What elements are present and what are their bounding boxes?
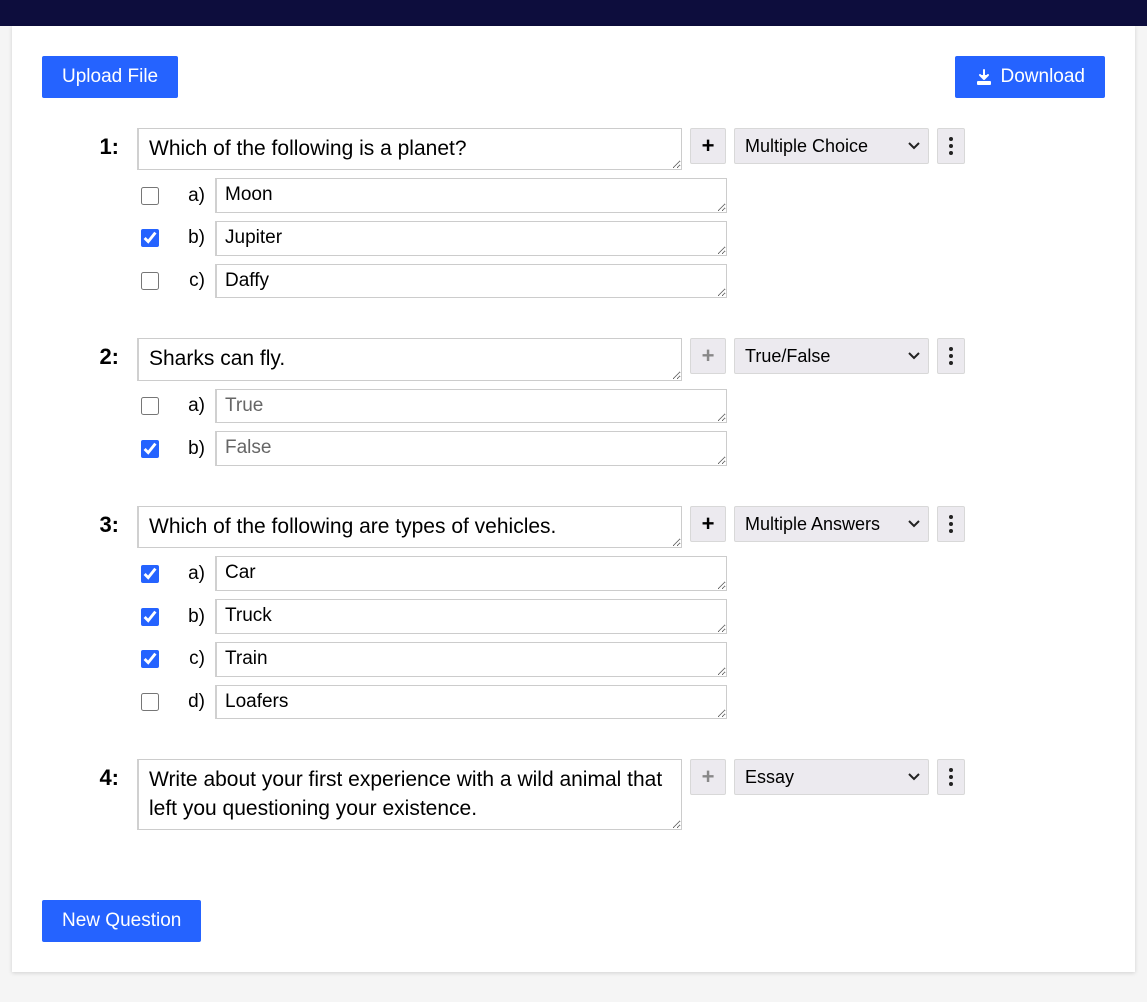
answer-row: b) bbox=[137, 221, 1065, 256]
question-controls: + Multiple ChoiceTrue/FalseMultiple Answe… bbox=[690, 506, 965, 542]
question-block: 2: + Multiple ChoiceTrue/FalseMultiple Ans… bbox=[82, 338, 1065, 466]
question-menu-button[interactable] bbox=[937, 506, 965, 542]
answers-container: a) b) c) bbox=[137, 178, 1065, 298]
answer-text-input[interactable] bbox=[215, 599, 727, 634]
answer-text-input[interactable] bbox=[215, 642, 727, 677]
question-controls: + Multiple ChoiceTrue/FalseMultiple Answe… bbox=[690, 759, 965, 795]
add-answer-button[interactable]: + bbox=[690, 506, 726, 542]
answer-text-input[interactable] bbox=[215, 389, 727, 424]
question-text-input[interactable] bbox=[137, 128, 682, 170]
question-row: 3: + Multiple ChoiceTrue/FalseMultiple Ans… bbox=[82, 506, 1065, 548]
download-icon bbox=[975, 68, 993, 86]
question-number: 4: bbox=[82, 759, 137, 791]
question-type-select[interactable]: Multiple ChoiceTrue/FalseMultiple Answer… bbox=[734, 338, 929, 374]
plus-icon: + bbox=[702, 766, 715, 788]
answer-correct-checkbox[interactable] bbox=[141, 187, 159, 205]
answer-row: b) bbox=[137, 431, 1065, 466]
answer-letter: a) bbox=[177, 185, 205, 207]
answer-correct-checkbox[interactable] bbox=[141, 397, 159, 415]
upload-file-button[interactable]: Upload File bbox=[42, 56, 178, 98]
answer-letter: a) bbox=[177, 395, 205, 417]
answer-text-input[interactable] bbox=[215, 264, 727, 299]
answers-container: a) b) c) d) bbox=[137, 556, 1065, 719]
question-row: 1: + Multiple ChoiceTrue/FalseMultiple Ans… bbox=[82, 128, 1065, 170]
answer-letter: b) bbox=[177, 606, 205, 628]
add-answer-button[interactable]: + bbox=[690, 128, 726, 164]
answer-text-input[interactable] bbox=[215, 178, 727, 213]
download-button-label: Download bbox=[1001, 66, 1086, 88]
question-menu-button[interactable] bbox=[937, 759, 965, 795]
question-number: 2: bbox=[82, 338, 137, 370]
plus-icon: + bbox=[702, 135, 715, 157]
answer-correct-checkbox[interactable] bbox=[141, 440, 159, 458]
editor-card: Upload File Download 1: + Multiple ChoiceT… bbox=[12, 26, 1135, 972]
question-row: 4: + Multiple ChoiceTrue/FalseMultiple Ans… bbox=[82, 759, 1065, 830]
answer-text-input[interactable] bbox=[215, 556, 727, 591]
answer-correct-checkbox[interactable] bbox=[141, 650, 159, 668]
question-controls: + Multiple ChoiceTrue/FalseMultiple Answe… bbox=[690, 128, 965, 164]
question-menu-button[interactable] bbox=[937, 128, 965, 164]
card-header: Upload File Download bbox=[42, 56, 1105, 98]
plus-icon: + bbox=[702, 513, 715, 535]
add-answer-button: + bbox=[690, 759, 726, 795]
answer-row: b) bbox=[137, 599, 1065, 634]
kebab-icon bbox=[949, 137, 953, 155]
question-type-select[interactable]: Multiple ChoiceTrue/FalseMultiple Answer… bbox=[734, 506, 929, 542]
questions-container: 1: + Multiple ChoiceTrue/FalseMultiple Ans… bbox=[42, 128, 1105, 830]
answer-correct-checkbox[interactable] bbox=[141, 272, 159, 290]
app-topbar bbox=[0, 0, 1147, 26]
question-number: 3: bbox=[82, 506, 137, 538]
download-button[interactable]: Download bbox=[955, 56, 1106, 98]
answer-text-input[interactable] bbox=[215, 221, 727, 256]
new-question-button[interactable]: New Question bbox=[42, 900, 201, 942]
plus-icon: + bbox=[702, 345, 715, 367]
answer-row: a) bbox=[137, 178, 1065, 213]
answer-correct-checkbox[interactable] bbox=[141, 229, 159, 247]
answer-letter: b) bbox=[177, 227, 205, 249]
answer-text-input[interactable] bbox=[215, 431, 727, 466]
question-menu-button[interactable] bbox=[937, 338, 965, 374]
answer-row: a) bbox=[137, 556, 1065, 591]
answer-row: c) bbox=[137, 642, 1065, 677]
question-type-select[interactable]: Multiple ChoiceTrue/FalseMultiple Answer… bbox=[734, 128, 929, 164]
question-block: 1: + Multiple ChoiceTrue/FalseMultiple Ans… bbox=[82, 128, 1065, 298]
question-row: 2: + Multiple ChoiceTrue/FalseMultiple Ans… bbox=[82, 338, 1065, 380]
answer-row: d) bbox=[137, 685, 1065, 720]
add-answer-button: + bbox=[690, 338, 726, 374]
kebab-icon bbox=[949, 768, 953, 786]
question-number: 1: bbox=[82, 128, 137, 160]
answer-correct-checkbox[interactable] bbox=[141, 608, 159, 626]
question-text-input[interactable] bbox=[137, 506, 682, 548]
question-type-select[interactable]: Multiple ChoiceTrue/FalseMultiple Answer… bbox=[734, 759, 929, 795]
answer-text-input[interactable] bbox=[215, 685, 727, 720]
answer-letter: c) bbox=[177, 648, 205, 670]
answer-letter: a) bbox=[177, 563, 205, 585]
answers-container: a) b) bbox=[137, 389, 1065, 466]
kebab-icon bbox=[949, 515, 953, 533]
question-controls: + Multiple ChoiceTrue/FalseMultiple Answe… bbox=[690, 338, 965, 374]
question-text-input[interactable] bbox=[137, 759, 682, 830]
question-block: 3: + Multiple ChoiceTrue/FalseMultiple Ans… bbox=[82, 506, 1065, 719]
question-text-input[interactable] bbox=[137, 338, 682, 380]
page-wrap: Upload File Download 1: + Multiple ChoiceT… bbox=[0, 26, 1147, 1002]
answer-row: c) bbox=[137, 264, 1065, 299]
answer-correct-checkbox[interactable] bbox=[141, 693, 159, 711]
answer-letter: c) bbox=[177, 270, 205, 292]
kebab-icon bbox=[949, 347, 953, 365]
answer-correct-checkbox[interactable] bbox=[141, 565, 159, 583]
answer-letter: b) bbox=[177, 438, 205, 460]
answer-letter: d) bbox=[177, 691, 205, 713]
question-block: 4: + Multiple ChoiceTrue/FalseMultiple Ans… bbox=[82, 759, 1065, 830]
answer-row: a) bbox=[137, 389, 1065, 424]
